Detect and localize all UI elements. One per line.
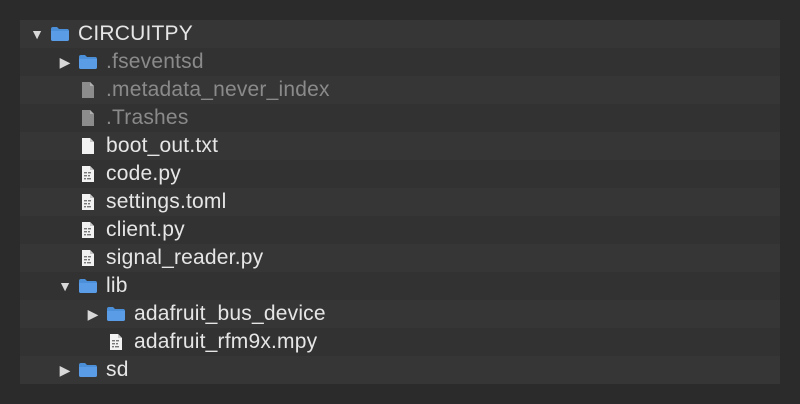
tree-item-label: code.py xyxy=(106,162,181,185)
tree-item-dot-metadata-never-index[interactable]: .metadata_never_index xyxy=(20,76,780,104)
collapse-arrow-icon[interactable]: ▶ xyxy=(86,300,100,328)
tree-item-boot-out-txt[interactable]: boot_out.txt xyxy=(20,132,780,160)
expand-arrow-icon[interactable]: ▼ xyxy=(30,20,44,48)
folder-icon xyxy=(78,52,98,72)
expand-arrow-icon[interactable]: ▼ xyxy=(58,272,72,300)
file-icon xyxy=(78,80,98,100)
text-file-icon xyxy=(78,136,98,156)
code-file-icon xyxy=(78,192,98,212)
tree-item-label: adafruit_rfm9x.mpy xyxy=(134,330,318,353)
folder-icon xyxy=(78,360,98,380)
tree-item-label: sd xyxy=(106,358,129,381)
code-file-icon xyxy=(78,164,98,184)
folder-icon xyxy=(78,276,98,296)
folder-icon xyxy=(106,304,126,324)
tree-item-label: lib xyxy=(106,274,128,297)
collapse-arrow-icon[interactable]: ▶ xyxy=(58,356,72,384)
code-file-icon xyxy=(78,248,98,268)
tree-item-lib[interactable]: ▼ lib xyxy=(20,272,780,300)
tree-item-settings-toml[interactable]: settings.toml xyxy=(20,188,780,216)
file-tree: ▼ CIRCUITPY ▶ .fseventsd .metadata_never_ind… xyxy=(20,20,780,384)
tree-item-dot-trashes[interactable]: .Trashes xyxy=(20,104,780,132)
tree-item-label: .Trashes xyxy=(106,106,189,129)
tree-item-adafruit-bus-device[interactable]: ▶ adafruit_bus_device xyxy=(20,300,780,328)
tree-item-signal-reader-py[interactable]: signal_reader.py xyxy=(20,244,780,272)
folder-icon xyxy=(50,24,70,44)
tree-item-label: signal_reader.py xyxy=(106,246,264,269)
tree-item-label: adafruit_bus_device xyxy=(134,302,326,325)
tree-item-label: CIRCUITPY xyxy=(78,22,193,45)
tree-item-dot-fseventsd[interactable]: ▶ .fseventsd xyxy=(20,48,780,76)
tree-item-adafruit-rfm9x-mpy[interactable]: adafruit_rfm9x.mpy xyxy=(20,328,780,356)
tree-item-label: .fseventsd xyxy=(106,50,204,73)
tree-item-circuitpy[interactable]: ▼ CIRCUITPY xyxy=(20,20,780,48)
code-file-icon xyxy=(78,220,98,240)
tree-item-sd[interactable]: ▶ sd xyxy=(20,356,780,384)
tree-item-code-py[interactable]: code.py xyxy=(20,160,780,188)
code-file-icon xyxy=(106,332,126,352)
tree-item-label: settings.toml xyxy=(106,190,227,213)
tree-item-label: .metadata_never_index xyxy=(106,78,330,101)
tree-item-label: client.py xyxy=(106,218,185,241)
tree-item-client-py[interactable]: client.py xyxy=(20,216,780,244)
tree-item-label: boot_out.txt xyxy=(106,134,219,157)
collapse-arrow-icon[interactable]: ▶ xyxy=(58,48,72,76)
file-icon xyxy=(78,108,98,128)
